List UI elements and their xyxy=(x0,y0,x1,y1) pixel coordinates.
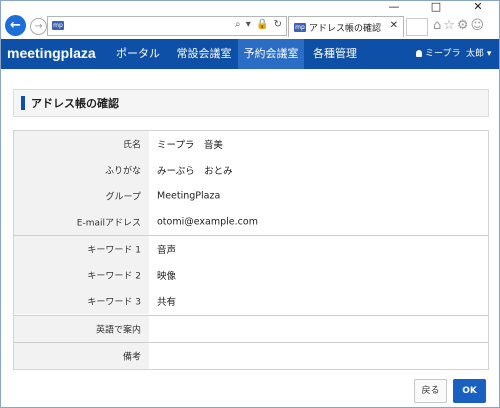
row-label-cell: 英語で案内 xyxy=(14,316,149,342)
row-value: otomi@example.com xyxy=(157,216,258,228)
nav-reserved-rooms[interactable]: 予約会議室 xyxy=(238,39,304,69)
row-value: ミープラ 音美 xyxy=(157,140,223,151)
row-label-cell: ふりがな xyxy=(14,157,149,183)
back-arrow-icon[interactable]: ← xyxy=(5,15,26,36)
row-value: 映像 xyxy=(157,271,177,282)
forward-arrow-icon[interactable]: → xyxy=(30,18,47,35)
browser-window: — □ ✕ ← → mp ⌕ ▾ 🔒 ↻ mp アドレス帳の確認 ✕ ⌂☆⚙☺ … xyxy=(0,0,500,408)
user-icon xyxy=(416,50,422,57)
row-label-cell: キーワード 3 xyxy=(14,288,149,314)
row-label-cell: 氏名 xyxy=(14,131,149,157)
row-label-cell: 備考 xyxy=(14,343,149,369)
row-label: 備考 xyxy=(122,352,141,363)
page-title: アドレス帳の確認 xyxy=(31,97,119,110)
user-menu[interactable]: ミープラ xyxy=(416,39,460,69)
table-row: 英語で案内 xyxy=(14,316,488,342)
title-accent-bar xyxy=(21,96,25,110)
table-row: グループ MeetingPlaza xyxy=(14,183,488,209)
row-label: 氏名 xyxy=(122,140,141,151)
row-label: キーワード 1 xyxy=(87,245,141,256)
address-tools[interactable]: ⌕ ▾ 🔒 ↻ xyxy=(235,19,283,30)
tab-close-icon[interactable]: ✕ xyxy=(390,20,398,31)
minimize-button[interactable]: — xyxy=(379,1,409,13)
table-row: キーワード 1 音声 xyxy=(14,236,488,262)
row-label: ふりがな xyxy=(104,166,141,177)
row-label-cell: キーワード 2 xyxy=(14,262,149,288)
user-dropdown[interactable]: 太郎 ▾ xyxy=(466,39,491,69)
row-label: E-mailアドレス xyxy=(76,218,141,229)
row-value: MeetingPlaza xyxy=(157,190,221,202)
nav-management[interactable]: 各種管理 xyxy=(305,39,365,69)
row-label: キーワード 2 xyxy=(87,271,141,282)
address-bar[interactable]: mp ⌕ ▾ 🔒 ↻ xyxy=(47,16,287,36)
row-value: 共有 xyxy=(157,297,177,308)
row-label-cell: E-mailアドレス xyxy=(14,209,149,235)
row-label: グループ xyxy=(105,192,141,203)
row-label: キーワード 3 xyxy=(87,297,141,308)
table-row: ふりがな みーぷら おとみ xyxy=(14,157,488,183)
nav-permanent-rooms[interactable]: 常設会議室 xyxy=(171,39,237,69)
maximize-button[interactable]: □ xyxy=(421,1,451,13)
window-titlebar: — □ ✕ xyxy=(1,1,499,13)
meetingplaza-logo[interactable]: meetingplaza xyxy=(7,45,96,61)
site-favicon-icon: mp xyxy=(52,21,64,30)
table-row: 氏名 ミープラ 音美 xyxy=(14,131,488,157)
row-label-cell: グループ xyxy=(14,183,149,209)
back-button[interactable]: 戻る xyxy=(414,379,447,403)
browser-toolbar: ← → mp ⌕ ▾ 🔒 ↻ mp アドレス帳の確認 ✕ ⌂☆⚙☺ xyxy=(1,13,499,39)
row-value: 音声 xyxy=(157,245,177,256)
tab-title: アドレス帳の確認 xyxy=(309,24,382,34)
row-value: みーぷら おとみ xyxy=(157,166,233,177)
user-label: ミープラ xyxy=(425,49,461,59)
page-title-panel: アドレス帳の確認 xyxy=(13,89,489,117)
table-row: キーワード 2 映像 xyxy=(14,262,488,288)
browser-toolbar-icons[interactable]: ⌂☆⚙☺ xyxy=(433,18,486,33)
table-row: キーワード 3 共有 xyxy=(14,288,488,314)
address-detail-table: 氏名 ミープラ 音美 ふりがな みーぷら おとみ グループ MeetingPla… xyxy=(13,130,489,370)
ok-button[interactable]: OK xyxy=(453,379,486,403)
close-window-button[interactable]: ✕ xyxy=(463,1,493,13)
browser-tab[interactable]: mp アドレス帳の確認 ✕ xyxy=(288,16,404,37)
table-row: 備考 xyxy=(14,343,488,369)
row-label: 英語で案内 xyxy=(95,325,141,336)
app-navbar: meetingplaza ポータル 常設会議室 予約会議室 各種管理 ミープラ … xyxy=(1,39,499,69)
new-tab-button[interactable] xyxy=(406,18,428,36)
row-label-cell: キーワード 1 xyxy=(14,236,149,262)
table-row: E-mailアドレス otomi@example.com xyxy=(14,209,488,235)
nav-portal[interactable]: ポータル xyxy=(106,39,170,69)
tab-favicon-icon: mp xyxy=(294,23,306,32)
